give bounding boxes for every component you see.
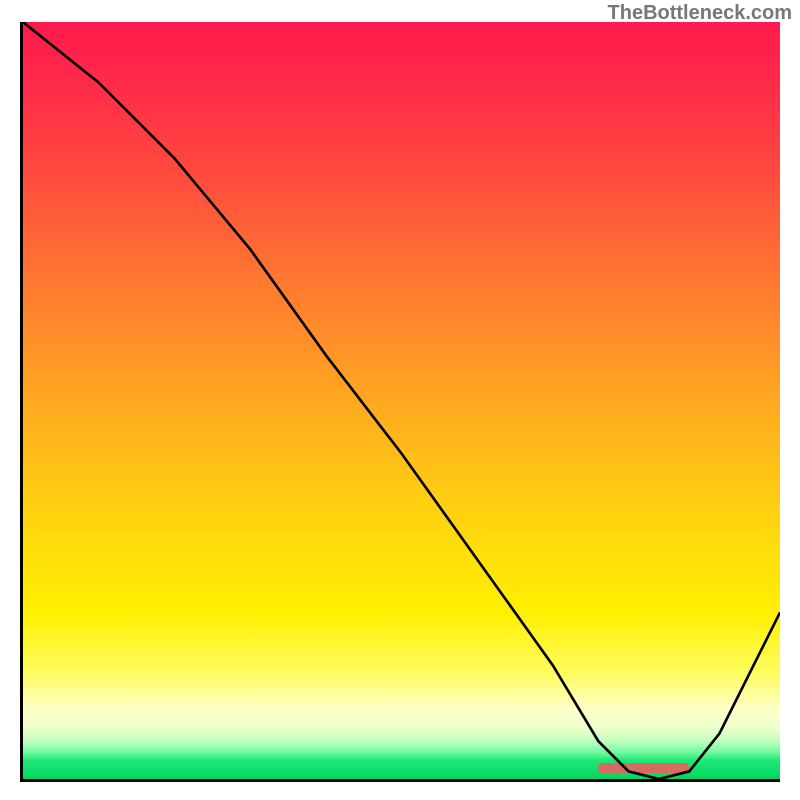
bottleneck-curve (23, 22, 780, 779)
plot-area (20, 22, 780, 782)
watermark-text: TheBottleneck.com (608, 2, 792, 25)
chart-container: TheBottleneck.com (0, 0, 800, 800)
